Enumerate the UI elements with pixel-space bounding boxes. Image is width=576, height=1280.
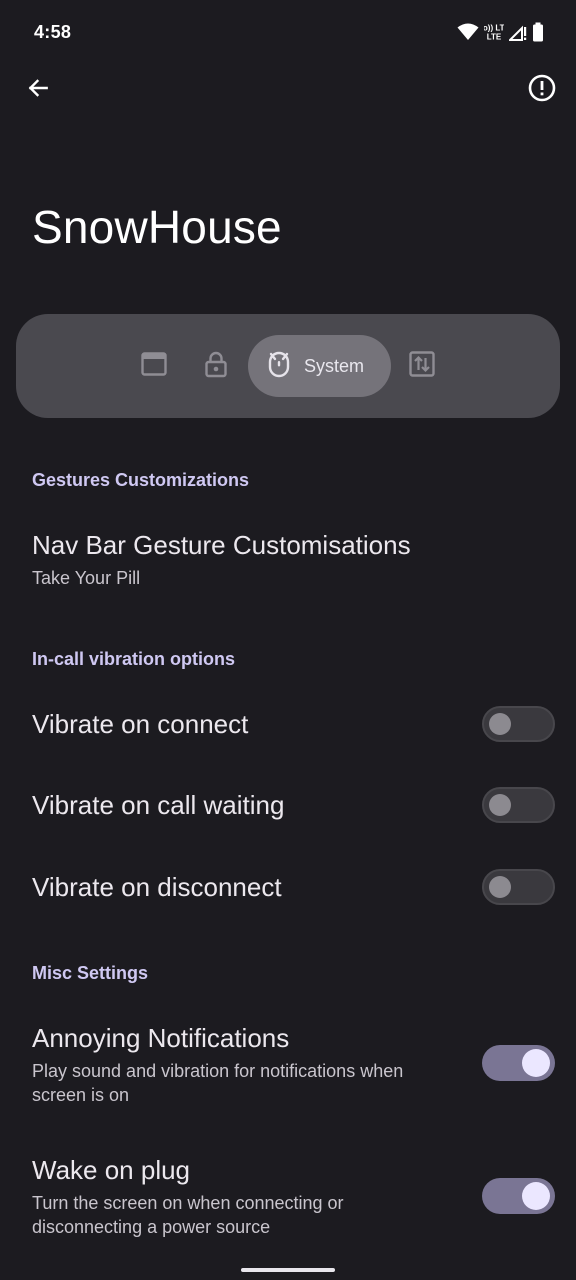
pref-vibrate-on-connect-title: Vibrate on connect xyxy=(32,709,249,739)
section-header-incall: In-call vibration options xyxy=(32,649,236,669)
settings-screen: 4:58 Vo)) LTE LTE xyxy=(0,0,576,1280)
switch-thumb xyxy=(489,794,511,816)
tab-swap[interactable] xyxy=(406,350,438,382)
pref-wake-on-plug-summary: Turn the screen on when connecting or di… xyxy=(32,1193,344,1237)
pref-wake-on-plug-title: Wake on plug xyxy=(32,1155,191,1185)
pref-annoying-notifications-summary: Play sound and vibration for notificatio… xyxy=(32,1061,404,1105)
tab-window[interactable] xyxy=(138,350,170,382)
section-header-gestures: Gestures Customizations xyxy=(32,470,250,490)
window-icon xyxy=(140,350,168,383)
wake-on-plug-switch[interactable] xyxy=(482,1178,555,1214)
volte-text: Vo)) LTE xyxy=(484,24,504,33)
switch-thumb xyxy=(489,713,511,735)
pref-vibrate-on-call-waiting-title: Vibrate on call waiting xyxy=(32,790,285,820)
pref-nav-bar-gesture-title: Nav Bar Gesture Customisations xyxy=(32,530,411,560)
vibrate-on-call-waiting-switch[interactable] xyxy=(482,787,555,823)
svg-text:LTE: LTE xyxy=(487,33,502,42)
tab-lock[interactable] xyxy=(200,350,232,382)
info-button[interactable] xyxy=(520,68,564,112)
arrow-back-icon xyxy=(25,75,51,106)
switch-thumb xyxy=(522,1182,550,1210)
pref-nav-bar-gesture-summary: Take Your Pill xyxy=(32,568,141,588)
pref-vibrate-on-disconnect-title: Vibrate on disconnect xyxy=(32,872,282,902)
volte-icon: Vo)) LTE LTE xyxy=(484,22,504,42)
switch-thumb xyxy=(489,876,511,898)
swap-vertical-icon xyxy=(408,350,436,383)
tab-system[interactable]: System xyxy=(248,335,391,397)
lock-icon xyxy=(203,350,229,383)
vibrate-on-disconnect-switch[interactable] xyxy=(482,869,555,905)
category-tab-strip: System xyxy=(16,314,560,418)
gesture-nav-handle[interactable] xyxy=(241,1268,335,1272)
switch-thumb xyxy=(522,1049,550,1077)
annoying-notifications-switch[interactable] xyxy=(482,1045,555,1081)
top-app-bar xyxy=(0,64,576,118)
status-time: 4:58 xyxy=(34,21,72,42)
status-bar: 4:58 Vo)) LTE LTE xyxy=(0,0,576,64)
page-title: SnowHouse xyxy=(32,201,282,253)
signal-icon xyxy=(509,23,527,41)
vibrate-on-connect-switch[interactable] xyxy=(482,706,555,742)
wifi-icon xyxy=(457,23,479,41)
section-header-misc: Misc Settings xyxy=(32,963,149,983)
system-icon xyxy=(266,350,292,383)
status-icons: Vo)) LTE LTE xyxy=(457,22,544,42)
back-button[interactable] xyxy=(16,68,60,112)
pref-annoying-notifications-title: Annoying Notifications xyxy=(32,1023,290,1053)
info-outline-icon xyxy=(527,73,557,108)
battery-icon xyxy=(532,22,544,42)
tab-system-label: System xyxy=(304,355,365,376)
